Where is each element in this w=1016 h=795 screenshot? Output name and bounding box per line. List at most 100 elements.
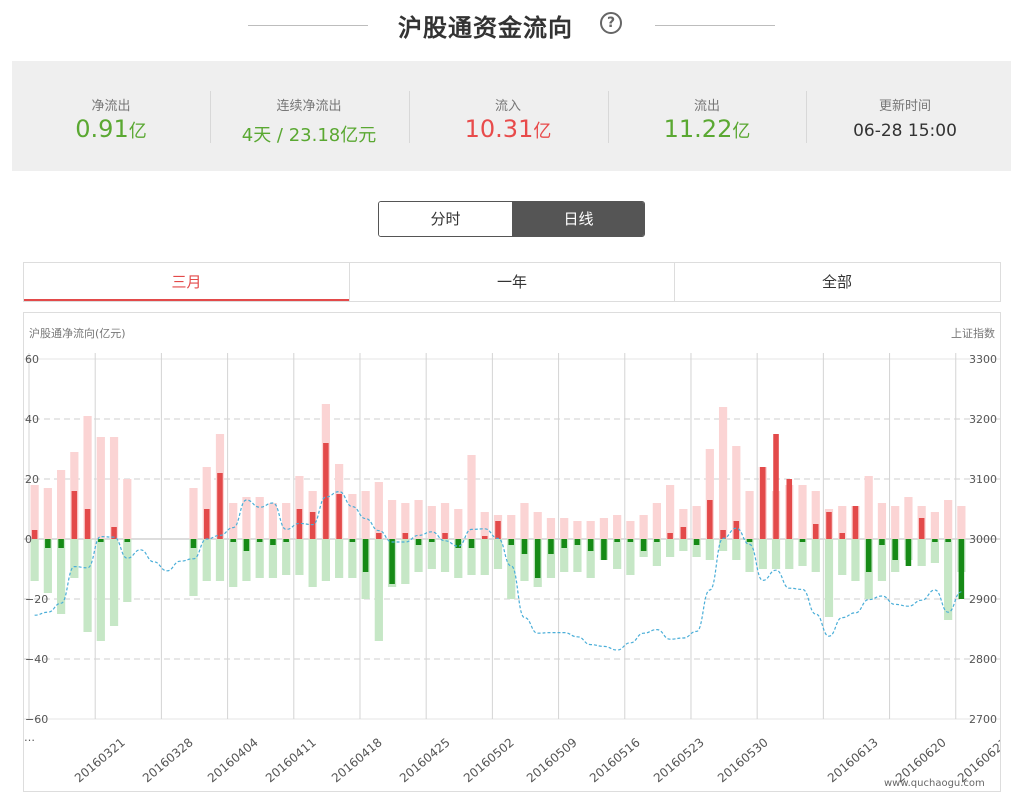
inflow-bar xyxy=(109,437,119,539)
inflow-bar xyxy=(189,488,198,539)
net-inflow-bar xyxy=(826,512,832,539)
net-outflow-bar xyxy=(601,539,607,560)
x-tick-label: 20160530 xyxy=(715,735,771,785)
net-outflow-bar xyxy=(389,539,395,584)
help-icon[interactable]: ? xyxy=(600,12,622,34)
inflow-bar xyxy=(891,506,900,539)
inflow-bar xyxy=(123,479,132,539)
title-divider-right xyxy=(655,25,775,26)
net-outflow-bar xyxy=(614,539,620,542)
outflow-bar xyxy=(335,539,344,578)
stat-net-outflow: 净流出 0.91亿 xyxy=(12,61,210,171)
inflow-bar xyxy=(599,518,609,539)
page-title: 沪股通资金流向 xyxy=(398,14,573,42)
outflow-bar xyxy=(493,539,503,569)
net-outflow-bar xyxy=(799,539,806,542)
net-inflow-bar xyxy=(323,443,329,539)
net-inflow-bar xyxy=(680,527,687,539)
outflow-bar xyxy=(70,539,79,578)
y-tick-label-left: 20 xyxy=(25,473,39,486)
net-inflow-bar xyxy=(71,491,78,539)
x-tick-label: 20160509 xyxy=(524,735,580,785)
toggle-intraday-button[interactable]: 分时 xyxy=(379,202,512,236)
y-tick-label-left: −40 xyxy=(25,653,48,666)
x-tick-label: 20160502 xyxy=(461,735,517,785)
stat-value: 06-28 15:00 xyxy=(853,121,957,141)
net-outflow-bar xyxy=(879,539,885,545)
outflow-bar xyxy=(613,539,622,569)
inflow-bar xyxy=(957,506,966,539)
outflow-bar xyxy=(123,539,132,602)
inflow-bar xyxy=(798,485,807,539)
header: 沪股通资金流向 ? xyxy=(0,0,1016,50)
inflow-bar xyxy=(904,497,913,539)
inflow-bar xyxy=(666,485,675,539)
y-tick-label-right: 3000 xyxy=(969,533,997,546)
inflow-bar xyxy=(96,437,105,539)
title-divider-left xyxy=(248,25,368,26)
net-inflow-bar xyxy=(203,509,210,539)
net-inflow-bar xyxy=(812,524,819,539)
net-inflow-bar xyxy=(84,509,91,539)
net-outflow-bar xyxy=(892,539,898,560)
net-inflow-bar xyxy=(217,473,223,539)
outflow-bar xyxy=(401,539,410,584)
inflow-bar xyxy=(546,518,556,539)
inflow-bar xyxy=(613,515,622,539)
toggle-daily-button[interactable]: 日线 xyxy=(512,202,644,236)
inflow-bar xyxy=(573,521,582,539)
net-outflow-bar xyxy=(190,539,197,548)
net-inflow-bar xyxy=(376,533,382,539)
tab-one-year[interactable]: 一年 xyxy=(349,263,674,301)
net-outflow-bar xyxy=(230,539,236,542)
x-tick-label: 20160418 xyxy=(329,735,385,785)
outflow-bar xyxy=(771,539,781,569)
inflow-bar xyxy=(480,512,489,539)
inflow-bar xyxy=(43,488,52,539)
tab-three-months[interactable]: 三月 xyxy=(24,263,349,301)
net-inflow-bar xyxy=(495,521,501,539)
stat-updated-time: 更新时间 06-28 15:00 xyxy=(806,61,1004,171)
net-outflow-bar xyxy=(45,539,51,548)
y-tick-label-right: 3300 xyxy=(969,353,997,366)
inflow-bar xyxy=(692,506,701,539)
net-outflow-bar xyxy=(587,539,594,551)
net-outflow-bar xyxy=(256,539,263,542)
net-outflow-bar xyxy=(654,539,660,542)
flow-chart: 沪股通净流向(亿元) 上证指数 60 40 20 0 −20 −40 −60 3300 3200… xyxy=(23,312,1011,792)
y-tick-label-left: 40 xyxy=(25,413,39,426)
net-inflow-bar xyxy=(760,467,766,539)
net-outflow-bar xyxy=(124,539,131,542)
inflow-bar xyxy=(229,503,238,539)
inflow-bar xyxy=(282,503,291,539)
net-inflow-bar xyxy=(733,521,740,539)
inflow-bar xyxy=(268,503,278,539)
inflow-bar xyxy=(639,515,648,539)
net-outflow-bar xyxy=(574,539,581,545)
stat-value: 10.31亿 xyxy=(464,115,552,143)
x-tick-label: 20160404 xyxy=(205,735,261,785)
net-outflow-bar xyxy=(243,539,250,551)
outflow-bar xyxy=(295,539,304,575)
stat-value: 4天 / 23.18亿元 xyxy=(241,125,377,146)
stat-label: 更新时间 xyxy=(878,99,931,114)
net-outflow-bar xyxy=(548,539,554,554)
x-tick-label: 20160613 xyxy=(825,735,881,785)
net-inflow-bar xyxy=(773,434,779,539)
net-outflow-bar xyxy=(958,539,965,599)
outflow-bar xyxy=(666,539,675,557)
stats-panel: 净流出 0.91亿 连续净流出 4天 / 23.18亿元 流入 10.31亿 流… xyxy=(12,61,1011,171)
net-inflow-bar xyxy=(481,536,488,539)
x-tick-label: 20160516 xyxy=(587,735,643,785)
net-outflow-bar xyxy=(534,539,541,578)
x-tick-label: 20160425 xyxy=(397,735,453,785)
outflow-bar xyxy=(851,539,860,581)
y-tick-label-right: 2900 xyxy=(969,593,997,606)
stat-outflow: 流出 11.22亿 xyxy=(608,61,806,171)
net-inflow-bar xyxy=(839,533,846,539)
outflow-bar xyxy=(758,539,767,569)
tab-all[interactable]: 全部 xyxy=(674,263,999,301)
net-inflow-bar xyxy=(707,500,713,539)
net-outflow-bar xyxy=(693,539,700,545)
y-tick-label-left: 0 xyxy=(25,533,32,546)
